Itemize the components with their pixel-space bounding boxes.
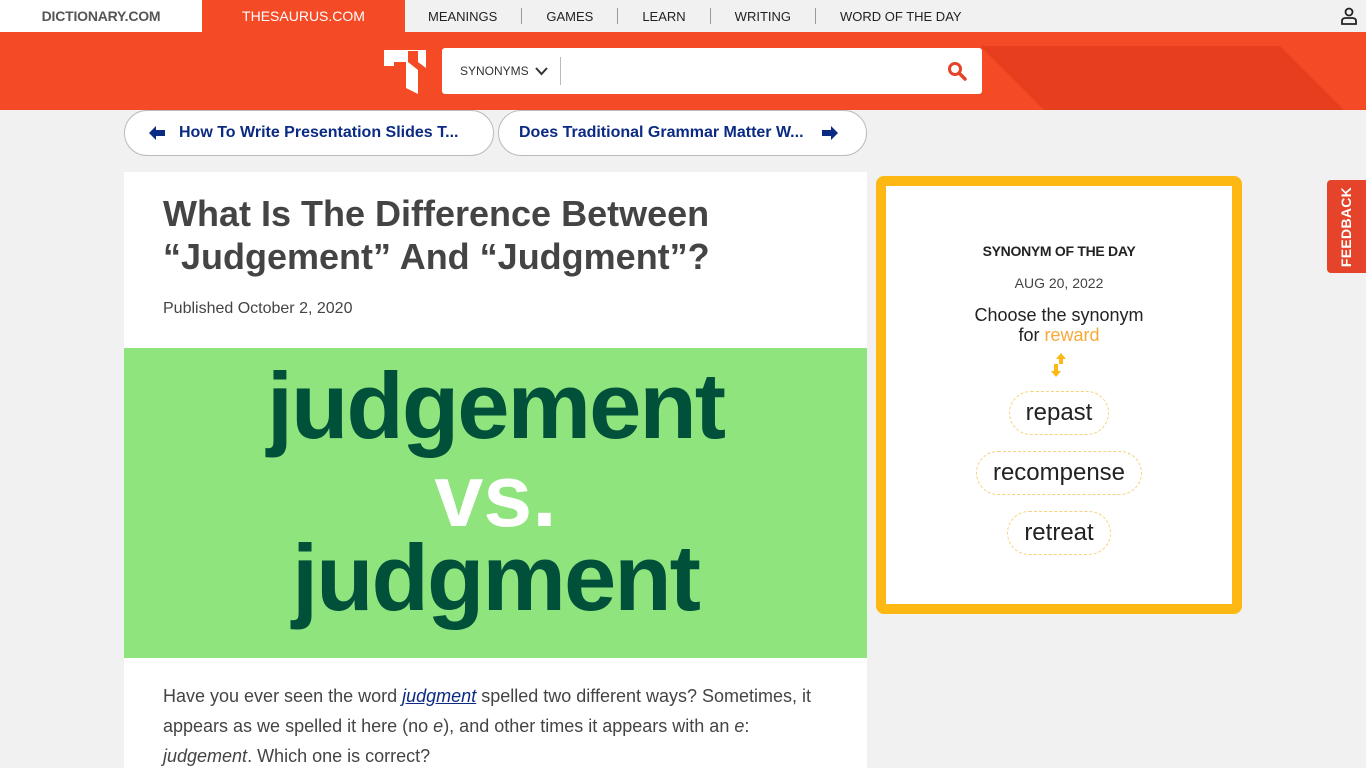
- nav-divider: [815, 8, 816, 24]
- nav-word-of-the-day[interactable]: WORD OF THE DAY: [840, 9, 962, 24]
- hero-image: judgement vs. judgment: [124, 348, 867, 658]
- sotd-date: AUG 20, 2022: [1014, 275, 1104, 291]
- article-title: What Is The Difference Between “Judgemen…: [163, 193, 710, 277]
- site-link-thesaurus[interactable]: THESAURUS.COM: [202, 0, 405, 32]
- next-article-label: Does Traditional Grammar Matter W...: [519, 124, 804, 141]
- sotd-prompt-for: for: [1018, 325, 1045, 345]
- feedback-tab[interactable]: FEEDBACK: [1327, 180, 1366, 273]
- nav-divider: [709, 8, 711, 24]
- user-icon[interactable]: [1340, 7, 1358, 25]
- nav-learn[interactable]: LEARN: [642, 9, 685, 24]
- swap-arrows-icon: [886, 353, 1232, 379]
- search-button[interactable]: [932, 48, 982, 94]
- article-intro: Have you ever seen the word judgment spe…: [163, 681, 833, 768]
- intro-text: . Which one is correct?: [247, 746, 431, 766]
- sotd-option[interactable]: retreat: [1007, 511, 1111, 555]
- sotd-option[interactable]: repast: [1008, 391, 1110, 435]
- hero-word-2: judgment: [292, 525, 701, 630]
- search-bar: SYNONYMS: [442, 48, 982, 94]
- chevron-down-icon: [534, 66, 548, 75]
- nav-games[interactable]: GAMES: [546, 9, 593, 24]
- intro-text: ), and other times it appears with an: [443, 716, 735, 736]
- arrow-left-icon: [149, 126, 165, 140]
- intro-text: Have you ever seen the word: [163, 686, 403, 706]
- arrow-right-icon: [821, 126, 838, 140]
- intro-italic-e: e: [433, 716, 444, 736]
- sotd-title: SYNONYM OF THE DAY: [982, 243, 1136, 259]
- intro-italic-e: e: [734, 716, 745, 736]
- sotd-prompt: Choose the synonym for reward: [886, 305, 1232, 345]
- nav-links: MEANINGS GAMES LEARN WRITING WORD OF THE…: [428, 8, 962, 24]
- nav-divider: [521, 8, 523, 24]
- article: What Is The Difference Between “Judgemen…: [124, 172, 867, 768]
- top-nav: DICTIONARY.COM THESAURUS.COM MEANINGS GA…: [0, 0, 1366, 32]
- search-mode-label: SYNONYMS: [460, 64, 529, 78]
- judgment-link[interactable]: judgment: [402, 686, 476, 706]
- sotd-target-word: reward: [1044, 325, 1100, 345]
- search-input[interactable]: [560, 51, 932, 91]
- search-mode-dropdown[interactable]: SYNONYMS: [442, 57, 548, 85]
- thesaurus-logo-icon[interactable]: [384, 48, 428, 94]
- previous-article-button[interactable]: How To Write Presentation Slides T...: [124, 110, 494, 156]
- sotd-option[interactable]: recompense: [975, 451, 1143, 495]
- header-bar: SYNONYMS: [0, 32, 1366, 110]
- search-icon: [948, 62, 967, 81]
- sotd-prompt-text: Choose the synonym: [974, 305, 1144, 325]
- nav-divider: [617, 8, 619, 24]
- previous-article-label: How To Write Presentation Slides T...: [179, 124, 459, 141]
- published-date: Published October 2, 2020: [163, 300, 353, 317]
- hero-word-1: judgement: [266, 353, 726, 458]
- intro-text: :: [744, 716, 750, 736]
- header-shadow-decoration: [980, 46, 1366, 110]
- sotd-options: repast recompense retreat: [886, 391, 1232, 571]
- site-link-dictionary[interactable]: DICTIONARY.COM: [0, 0, 202, 32]
- nav-meanings[interactable]: MEANINGS: [428, 9, 497, 24]
- nav-writing[interactable]: WRITING: [735, 9, 791, 24]
- feedback-label: FEEDBACK: [1338, 186, 1355, 267]
- synonym-of-the-day-card: SYNONYM OF THE DAY AUG 20, 2022 Choose t…: [876, 176, 1242, 614]
- intro-italic-word: judgement: [163, 746, 248, 766]
- next-article-button[interactable]: Does Traditional Grammar Matter W...: [498, 110, 867, 156]
